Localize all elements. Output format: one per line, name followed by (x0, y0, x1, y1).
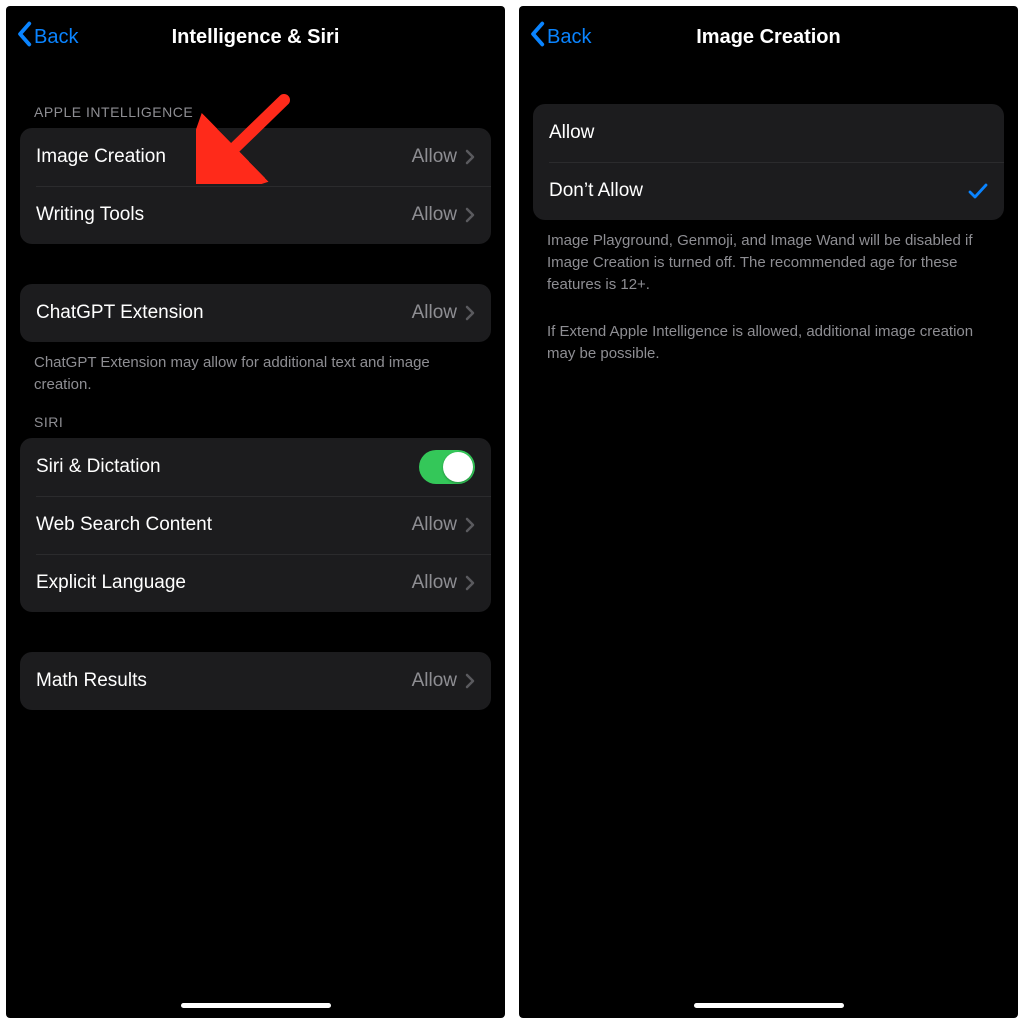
row-value: Allow (412, 572, 457, 594)
row-label: Don’t Allow (549, 180, 968, 202)
content: APPLE INTELLIGENCE Image Creation Allow … (6, 68, 505, 1018)
group-siri: Siri & Dictation Web Search Content Allo… (20, 438, 491, 612)
left-screen: Back Intelligence & Siri APPLE INTELLIGE… (6, 6, 505, 1018)
navbar: Back Image Creation (519, 6, 1018, 68)
page-title: Intelligence & Siri (6, 26, 505, 49)
row-value: Allow (412, 146, 457, 168)
chevron-left-icon (529, 21, 545, 53)
row-label: ChatGPT Extension (36, 302, 412, 324)
footer-note-2: If Extend Apple Intelligence is allowed,… (533, 299, 1004, 369)
back-button[interactable]: Back (16, 21, 78, 53)
row-label: Allow (549, 122, 988, 144)
row-label: Writing Tools (36, 204, 412, 226)
footer-chatgpt: ChatGPT Extension may allow for addition… (20, 342, 491, 400)
row-allow[interactable]: Allow (533, 104, 1004, 162)
page-title: Image Creation (519, 26, 1018, 49)
back-button[interactable]: Back (529, 21, 591, 53)
navbar: Back Intelligence & Siri (6, 6, 505, 68)
row-value: Allow (412, 670, 457, 692)
row-siri-dictation[interactable]: Siri & Dictation (20, 438, 491, 496)
row-image-creation[interactable]: Image Creation Allow (20, 128, 491, 186)
row-value: Allow (412, 302, 457, 324)
row-label: Math Results (36, 670, 412, 692)
chevron-right-icon (465, 149, 475, 165)
checkmark-icon (968, 182, 988, 200)
home-indicator[interactable] (694, 1003, 844, 1008)
chevron-left-icon (16, 21, 32, 53)
home-indicator[interactable] (181, 1003, 331, 1008)
chevron-right-icon (465, 207, 475, 223)
row-label: Image Creation (36, 146, 412, 168)
section-header-apple-intelligence: APPLE INTELLIGENCE (20, 68, 491, 128)
chevron-right-icon (465, 517, 475, 533)
toggle-knob (443, 452, 473, 482)
row-math-results[interactable]: Math Results Allow (20, 652, 491, 710)
row-web-search-content[interactable]: Web Search Content Allow (20, 496, 491, 554)
right-screen: Back Image Creation Allow Don’t Allow Im… (519, 6, 1018, 1018)
group-options: Allow Don’t Allow (533, 104, 1004, 220)
row-label: Siri & Dictation (36, 456, 419, 478)
chevron-right-icon (465, 305, 475, 321)
toggle-siri-dictation[interactable] (419, 450, 475, 484)
chevron-right-icon (465, 575, 475, 591)
content: Allow Don’t Allow Image Playground, Genm… (519, 68, 1018, 1018)
group-math: Math Results Allow (20, 652, 491, 710)
row-value: Allow (412, 514, 457, 536)
footer-note-1: Image Playground, Genmoji, and Image Wan… (533, 220, 1004, 299)
group-apple-intelligence: Image Creation Allow Writing Tools Allow (20, 128, 491, 244)
row-value: Allow (412, 204, 457, 226)
row-chatgpt-extension[interactable]: ChatGPT Extension Allow (20, 284, 491, 342)
row-dont-allow[interactable]: Don’t Allow (533, 162, 1004, 220)
chevron-right-icon (465, 673, 475, 689)
row-explicit-language[interactable]: Explicit Language Allow (20, 554, 491, 612)
row-writing-tools[interactable]: Writing Tools Allow (20, 186, 491, 244)
row-label: Web Search Content (36, 514, 412, 536)
group-chatgpt: ChatGPT Extension Allow (20, 284, 491, 342)
section-header-siri: SIRI (20, 400, 491, 438)
back-label: Back (34, 26, 78, 49)
row-label: Explicit Language (36, 572, 412, 594)
back-label: Back (547, 26, 591, 49)
